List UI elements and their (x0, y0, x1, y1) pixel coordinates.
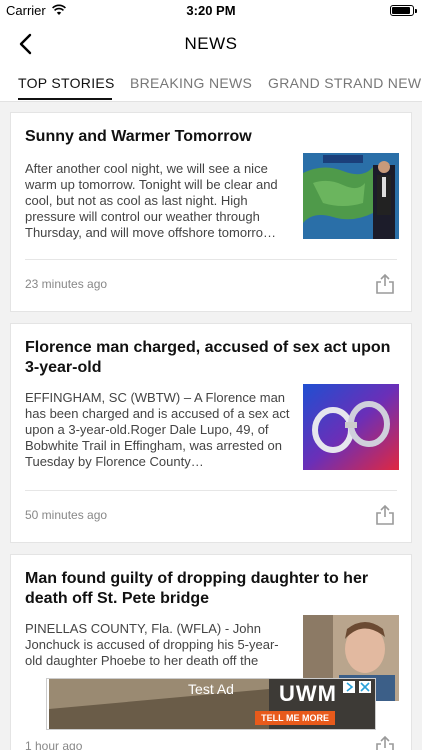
card-divider (25, 259, 397, 260)
tab-top-stories[interactable]: TOP STORIES (18, 75, 115, 91)
tab-bar: TOP STORIES BREAKING NEWS GRAND STRAND N… (0, 66, 422, 102)
share-icon[interactable] (375, 735, 395, 750)
article-excerpt: After another cool night, we will see a … (25, 161, 278, 240)
ad-banner[interactable]: Test Ad UWM TELL ME MORE (46, 678, 376, 730)
article-excerpt: PINELLAS COUNTY, Fla. (WFLA) - John Jonc… (25, 621, 279, 668)
navigation-bar: NEWS (0, 22, 422, 66)
article-timestamp: 50 minutes ago (25, 508, 108, 522)
article-card[interactable]: Florence man charged, accused of sex act… (10, 323, 412, 543)
page-title: NEWS (184, 34, 238, 53)
tab-grand-strand-news[interactable]: GRAND STRAND NEWS (268, 75, 422, 91)
status-bar: Carrier 3:20 PM (0, 0, 422, 22)
share-icon[interactable] (375, 504, 395, 526)
handcuffs-thumbnail (303, 384, 399, 470)
active-tab-indicator (18, 98, 112, 100)
ad-cta-button[interactable]: TELL ME MORE (255, 711, 335, 725)
battery-icon (390, 5, 417, 16)
weather-map-thumbnail (303, 153, 399, 239)
article-excerpt: EFFINGHAM, SC (WBTW) – A Florence man ha… (25, 390, 290, 469)
ad-info-icon[interactable] (343, 681, 355, 693)
card-divider (25, 490, 397, 491)
ad-brand-logo: UWM (279, 681, 337, 706)
article-title[interactable]: Florence man charged, accused of sex act… (25, 338, 397, 378)
article-title[interactable]: Man found guilty of dropping daughter to… (25, 569, 397, 609)
ad-close-icon[interactable] (359, 681, 371, 693)
article-card[interactable]: Sunny and Warmer Tomorrow After another … (10, 112, 412, 312)
battery-level (392, 7, 410, 14)
article-timestamp: 23 minutes ago (25, 277, 108, 291)
article-timestamp: 1 hour ago (25, 739, 83, 750)
tab-breaking-news[interactable]: BREAKING NEWS (130, 75, 252, 91)
article-title[interactable]: Sunny and Warmer Tomorrow (25, 127, 397, 147)
status-time: 3:20 PM (186, 3, 236, 18)
share-icon[interactable] (375, 273, 395, 295)
